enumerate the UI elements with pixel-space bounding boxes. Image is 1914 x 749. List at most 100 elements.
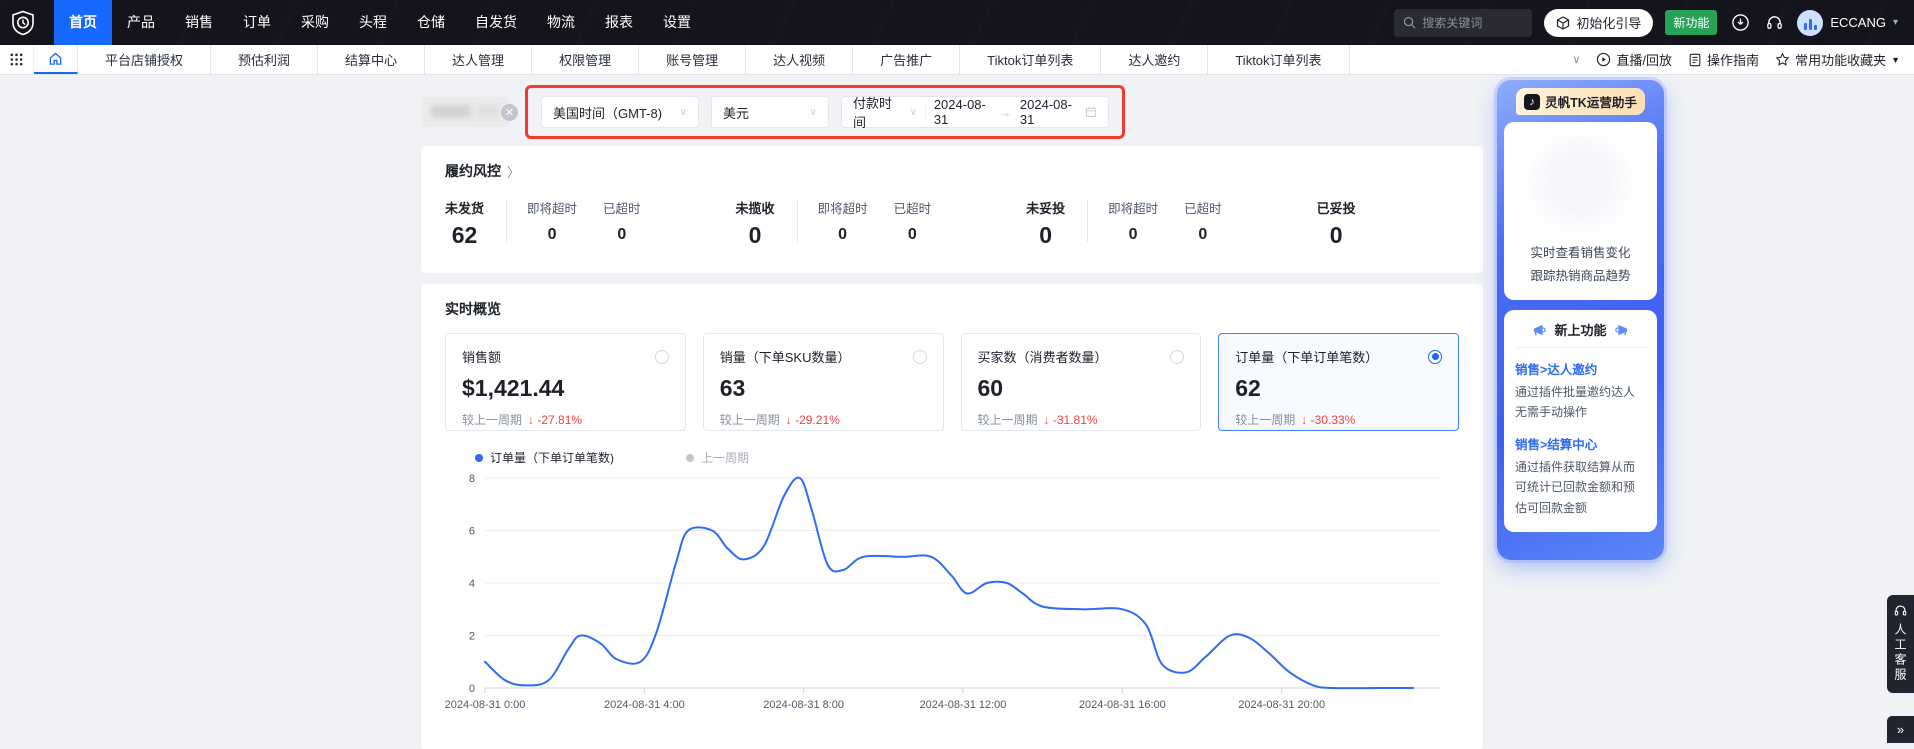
risk-main-metric: 未发货62 bbox=[445, 198, 484, 249]
metric-card[interactable]: 销量（下单SKU数量）63较上一周期↓ -29.21% bbox=[703, 333, 944, 431]
risk-metric-label: 未发货 bbox=[445, 198, 484, 217]
risk-sub-metric: 已超时0 bbox=[894, 198, 932, 244]
risk-group: 未发货62即将超时0已超时0 bbox=[445, 198, 641, 249]
search-input[interactable] bbox=[1422, 16, 1523, 30]
workspace-tab[interactable]: 账号管理 bbox=[639, 45, 746, 74]
nav-item-自发货[interactable]: 自发货 bbox=[460, 0, 532, 45]
annotation-highlight-box: 美国时间（GMT-8)∨ 美元∨ 付款时间 ∨ 2024-08-31 → 202… bbox=[525, 85, 1125, 139]
radio-icon[interactable] bbox=[913, 350, 927, 364]
new-features-title: 新上功能 bbox=[1515, 320, 1646, 348]
apps-grid-icon[interactable] bbox=[0, 45, 34, 74]
expand-dock-icon[interactable]: » bbox=[1887, 716, 1914, 743]
divider bbox=[925, 103, 926, 121]
metric-card[interactable]: 订单量（下单订单笔数）62较上一周期↓ -30.33% bbox=[1218, 333, 1459, 431]
filter-row: ✕ 美国时间（GMT-8)∨ 美元∨ 付款时间 ∨ 2024-08-31 → 2… bbox=[421, 85, 1483, 139]
live-replay-button[interactable]: 直播/回放 bbox=[1596, 50, 1672, 69]
svg-text:2: 2 bbox=[469, 631, 475, 643]
customer-service-label: 人工客服 bbox=[1892, 623, 1909, 683]
init-guide-button[interactable]: 初始化引导 bbox=[1544, 9, 1653, 37]
workspace-tabbar: 平台店铺授权预估利润结算中心达人管理权限管理账号管理达人视频广告推广Tiktok… bbox=[0, 45, 1914, 75]
risk-title: 履约风控〉 bbox=[445, 161, 1459, 181]
nav-item-销售[interactable]: 销售 bbox=[170, 0, 228, 45]
workspace-tab[interactable]: Tiktok订单列表 bbox=[1208, 45, 1349, 74]
risk-metric-value: 0 bbox=[818, 226, 868, 244]
risk-metric-label: 已超时 bbox=[1184, 198, 1222, 217]
risk-main-metric: 已妥投0 bbox=[1317, 198, 1356, 249]
promo-text: 实时查看销售变化跟踪热销商品趋势 bbox=[1504, 242, 1657, 288]
workspace-tab[interactable]: 平台店铺授权 bbox=[78, 45, 211, 74]
metric-card-label: 订单量（下单订单笔数） bbox=[1235, 347, 1378, 366]
new-feature-badge[interactable]: 新功能 bbox=[1665, 10, 1717, 35]
metric-card[interactable]: 买家数（消费者数量）60较上一周期↓ -31.81% bbox=[961, 333, 1202, 431]
nav-item-头程[interactable]: 头程 bbox=[344, 0, 402, 45]
store-selector-redacted[interactable] bbox=[421, 97, 509, 127]
nav-item-仓储[interactable]: 仓储 bbox=[402, 0, 460, 45]
chart-legend: 订单量（下单订单笔数) 上一周期 bbox=[475, 449, 1459, 466]
legend-item[interactable]: 上一周期 bbox=[686, 449, 749, 466]
megaphone-icon bbox=[1613, 323, 1629, 337]
svg-text:8: 8 bbox=[469, 473, 475, 485]
headset-icon bbox=[1893, 603, 1908, 618]
metric-card-value: 60 bbox=[978, 375, 1185, 402]
overview-section: 实时概览 销售额$1,421.44较上一周期↓ -27.81%销量（下单SKU数… bbox=[421, 284, 1483, 749]
workspace-tab[interactable]: 达人邀约 bbox=[1101, 45, 1208, 74]
divider bbox=[1087, 200, 1088, 242]
metric-card-value: $1,421.44 bbox=[462, 375, 669, 402]
nav-item-首页[interactable]: 首页 bbox=[54, 0, 112, 45]
workspace-tab[interactable]: 结算中心 bbox=[318, 45, 425, 74]
feature-link[interactable]: 销售>达人邀约 bbox=[1515, 359, 1646, 378]
favorites-button[interactable]: 常用功能收藏夹 ▼ bbox=[1775, 50, 1900, 69]
date-start[interactable]: 2024-08-31 bbox=[934, 97, 991, 127]
feature-link[interactable]: 销售>结算中心 bbox=[1515, 434, 1646, 453]
nav-item-产品[interactable]: 产品 bbox=[112, 0, 170, 45]
radio-icon[interactable] bbox=[1170, 350, 1184, 364]
risk-metric-value: 0 bbox=[736, 222, 775, 249]
nav-item-报表[interactable]: 报表 bbox=[590, 0, 648, 45]
nav-item-订单[interactable]: 订单 bbox=[228, 0, 286, 45]
workspace-tab[interactable]: 广告推广 bbox=[853, 45, 960, 74]
workspace-tab[interactable]: 达人管理 bbox=[425, 45, 532, 74]
headset-icon[interactable] bbox=[1763, 12, 1785, 34]
date-end[interactable]: 2024-08-31 bbox=[1020, 97, 1077, 127]
guide-button[interactable]: 操作指南 bbox=[1688, 50, 1759, 69]
promo-line: 跟踪热销商品趋势 bbox=[1504, 265, 1657, 288]
workspace-tab[interactable]: 权限管理 bbox=[532, 45, 639, 74]
svg-text:4: 4 bbox=[469, 578, 475, 590]
metric-card[interactable]: 销售额$1,421.44较上一周期↓ -27.81% bbox=[445, 333, 686, 431]
tk-assistant-panel: ♪ 灵帆TK运营助手 实时查看销售变化跟踪热销商品趋势 新上功能 销售>达人邀约… bbox=[1497, 80, 1664, 560]
legend-item[interactable]: 订单量（下单订单笔数) bbox=[475, 449, 614, 466]
legend-label: 上一周期 bbox=[701, 449, 749, 466]
risk-metric-value: 0 bbox=[1108, 226, 1158, 244]
open-tabs: 平台店铺授权预估利润结算中心达人管理权限管理账号管理达人视频广告推广Tiktok… bbox=[78, 45, 1350, 74]
divider bbox=[797, 200, 798, 242]
global-search[interactable] bbox=[1394, 9, 1532, 37]
date-type-label[interactable]: 付款时间 bbox=[853, 93, 898, 131]
compare-label: 较上一周期 bbox=[978, 413, 1038, 427]
radio-icon[interactable] bbox=[1428, 350, 1442, 364]
feature-desc: 通过插件获取结算从而可统计已回款金额和预估可回款金额 bbox=[1515, 457, 1646, 518]
radio-icon[interactable] bbox=[655, 350, 669, 364]
workspace-tab[interactable]: 达人视频 bbox=[746, 45, 853, 74]
nav-item-物流[interactable]: 物流 bbox=[532, 0, 590, 45]
update-icon[interactable] bbox=[1729, 12, 1751, 34]
currency-select[interactable]: 美元∨ bbox=[711, 96, 829, 128]
timezone-select[interactable]: 美国时间（GMT-8)∨ bbox=[541, 96, 699, 128]
top-navbar: 首页产品销售订单采购头程仓储自发货物流报表设置 初始化引导 新功能 bbox=[0, 0, 1914, 45]
nav-item-采购[interactable]: 采购 bbox=[286, 0, 344, 45]
assistant-badge[interactable]: ♪ 灵帆TK运营助手 bbox=[1516, 88, 1645, 115]
customer-service-tab[interactable]: 人工客服 bbox=[1887, 595, 1914, 693]
chevron-down-icon: ∨ bbox=[796, 107, 817, 118]
account-menu[interactable]: ECCANG ▾ bbox=[1797, 10, 1898, 36]
date-range-picker[interactable]: 付款时间 ∨ 2024-08-31 → 2024-08-31 bbox=[841, 96, 1109, 128]
risk-sub-metric: 即将超时0 bbox=[818, 198, 868, 244]
chevron-right-icon[interactable]: 〉 bbox=[507, 162, 520, 181]
nav-item-设置[interactable]: 设置 bbox=[648, 0, 706, 45]
tabs-collapse-icon[interactable]: ∨ bbox=[1572, 53, 1580, 66]
workspace-tab[interactable]: 预估利润 bbox=[211, 45, 318, 74]
app-logo-icon[interactable] bbox=[0, 10, 46, 36]
tab-home[interactable] bbox=[34, 45, 78, 74]
workspace-tab[interactable]: Tiktok订单列表 bbox=[960, 45, 1101, 74]
metric-card-value: 63 bbox=[720, 375, 927, 402]
close-icon[interactable]: ✕ bbox=[501, 104, 518, 121]
init-guide-label: 初始化引导 bbox=[1576, 13, 1641, 32]
